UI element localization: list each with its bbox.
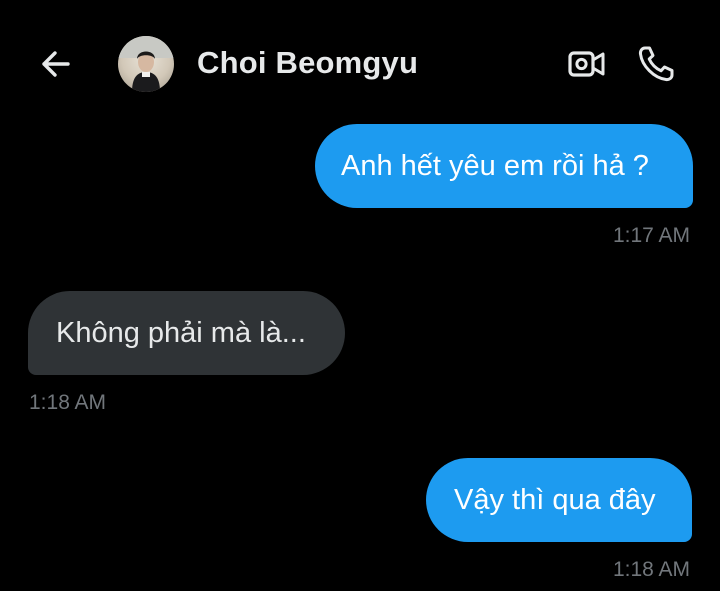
avatar[interactable] (118, 36, 174, 92)
message-text: Không phải mà là... (56, 317, 306, 349)
conversation-header: Choi Beomgyu (0, 0, 720, 130)
message-bubble-sent[interactable]: Anh hết yêu em rồi hả ? (315, 124, 693, 208)
message-timestamp: 1:17 AM (612, 224, 690, 247)
video-call-button[interactable] (566, 44, 608, 84)
arrow-left-icon (42, 51, 70, 77)
back-button[interactable] (36, 44, 76, 84)
message-text: Anh hết yêu em rồi hả ? (341, 150, 649, 182)
contact-name[interactable]: Choi Beomgyu (197, 45, 418, 81)
video-call-icon (568, 51, 605, 77)
message-timestamp: 1:18 AM (612, 558, 690, 581)
message-text: Vậy thì qua đây (454, 484, 656, 516)
message-timestamp: 1:18 AM (29, 391, 107, 414)
message-bubble-received[interactable]: Không phải mà là... (28, 291, 345, 375)
phone-call-button[interactable] (634, 42, 678, 86)
phone-call-icon (638, 46, 674, 82)
person-silhouette-icon (118, 36, 174, 92)
message-bubble-sent[interactable]: Vậy thì qua đây (426, 458, 692, 542)
